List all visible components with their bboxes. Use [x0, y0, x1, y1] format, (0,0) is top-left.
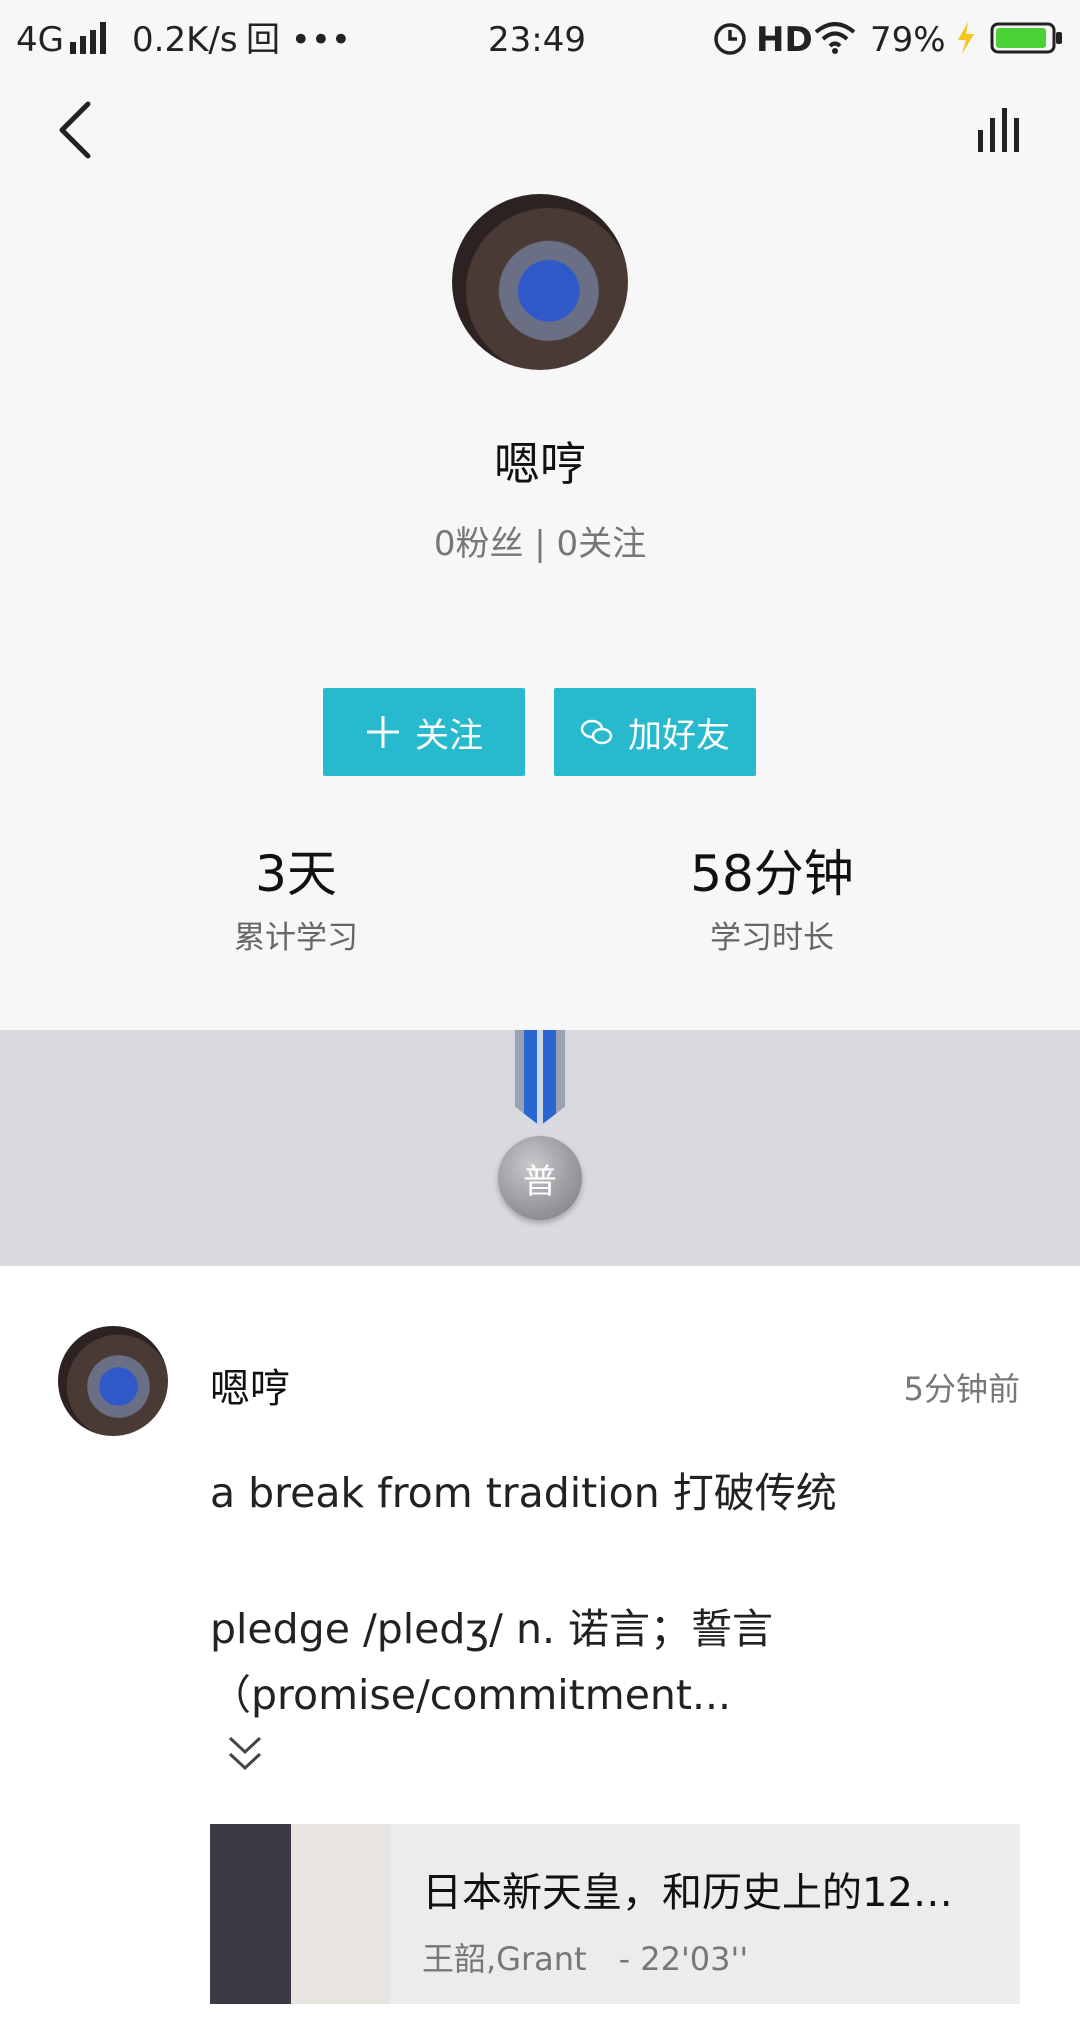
add-friend-button-label: 加好友	[628, 715, 730, 756]
add-friend-button[interactable]: 加好友	[554, 688, 756, 776]
post-author-avatar[interactable]	[58, 1326, 168, 1436]
alarm-icon	[714, 23, 746, 55]
follow-button[interactable]: 关注	[323, 688, 525, 776]
follow-button-label: 关注	[415, 715, 483, 756]
status-extra: 回 •••	[246, 20, 351, 60]
post-text-line: a break from tradition 打破传统	[210, 1469, 837, 1517]
medal-label: 普	[523, 1161, 557, 1202]
network-type: 4G	[16, 20, 64, 60]
battery-percent: 79%	[870, 20, 946, 60]
post-time: 5分钟前	[903, 1370, 1020, 1408]
study-days-value: 3天	[255, 845, 337, 903]
study-time-label: 学习时长	[710, 920, 834, 956]
battery-icon	[958, 22, 1062, 54]
lesson-title: 日本新天皇，和历史上的12…	[422, 1870, 953, 1916]
network-speed: 0.2K/s	[132, 20, 238, 60]
back-arrow-icon[interactable]	[54, 100, 98, 160]
profile-avatar[interactable]	[452, 194, 628, 370]
post-text-line: （promise/commitment...	[210, 1671, 732, 1719]
status-time: 23:49	[488, 20, 586, 60]
medal-badge[interactable]: 普	[498, 1136, 582, 1220]
lesson-meta: 王韶,Grant - 22'03''	[422, 1940, 749, 1978]
hd-indicator: HD	[756, 20, 813, 60]
lesson-thumbnail	[210, 1824, 390, 2004]
study-days-label: 累计学习	[234, 920, 358, 956]
wechat-icon	[580, 719, 613, 745]
stats-icon[interactable]	[976, 104, 1028, 152]
expand-chevron-icon[interactable]	[226, 1734, 264, 1774]
plus-icon	[367, 716, 399, 748]
fans-follow-count[interactable]: 0粉丝 | 0关注	[0, 516, 1080, 565]
profile-name: 嗯哼	[494, 437, 586, 491]
signal-icon	[70, 22, 106, 54]
post-author-name[interactable]: 嗯哼	[210, 1356, 290, 1414]
study-time-value: 58分钟	[690, 845, 854, 903]
wifi-icon	[814, 22, 856, 54]
post-text-line: pledge /pledʒ/ n. 诺言；誓言	[210, 1605, 774, 1653]
medal-ribbon	[515, 1030, 565, 1126]
linked-lesson-card[interactable]: 日本新天皇，和历史上的12… 王韶,Grant - 22'03''	[210, 1824, 1020, 2004]
